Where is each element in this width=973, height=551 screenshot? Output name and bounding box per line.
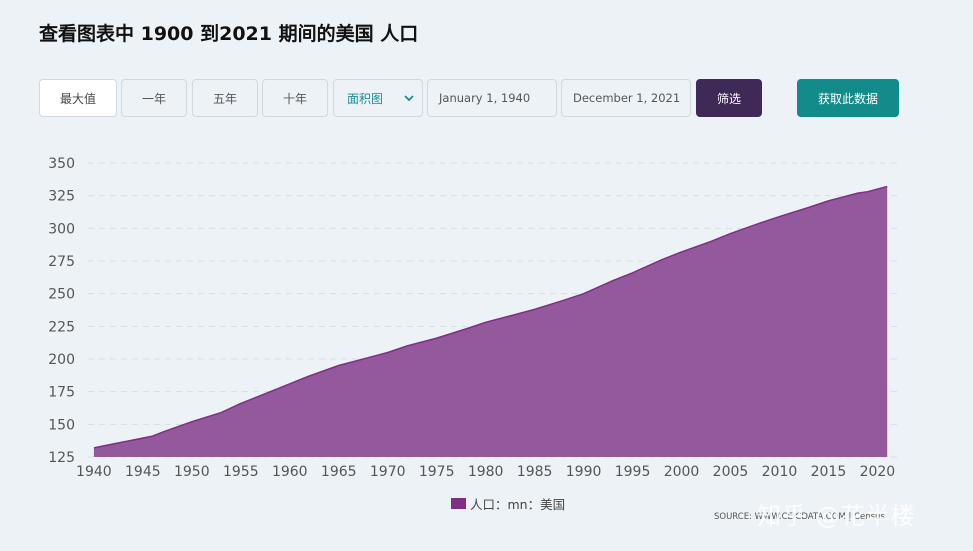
x-tick-label: 1975: [419, 464, 455, 480]
chart-series: [93, 185, 888, 457]
y-tick-label: 250: [48, 287, 75, 303]
legend-swatch: [451, 498, 466, 509]
y-tick-label: 175: [48, 385, 75, 401]
x-tick-label: 2015: [811, 464, 847, 480]
x-tick-label: 1965: [321, 464, 357, 480]
x-tick-label: 1985: [517, 464, 553, 480]
y-tick-label: 275: [48, 254, 75, 270]
x-tick-label: 1955: [223, 464, 259, 480]
y-tick-label: 350: [48, 156, 75, 172]
legend-label: 人口：mn：美国: [470, 497, 566, 512]
x-tick-label: 1970: [370, 464, 406, 480]
area-chart: 125150175200225250275300325350 1940 1945 1…: [48, 156, 897, 480]
y-tick-label: 125: [48, 450, 75, 466]
chart-legend[interactable]: 人口：mn：美国: [451, 494, 565, 513]
x-axis: 1940 1945 1950 1955 1960 1965 1970 1975 1980 1985…: [76, 464, 895, 480]
x-tick-label: 1950: [174, 464, 210, 480]
x-tick-label: 1940: [76, 464, 112, 480]
x-tick-label: 1995: [615, 464, 651, 480]
y-tick-label: 225: [48, 319, 75, 335]
x-tick-label: 2020: [860, 464, 896, 480]
x-tick-label: 1990: [566, 464, 602, 480]
y-tick-label: 300: [48, 221, 75, 237]
y-tick-label: 150: [48, 417, 75, 433]
watermark: 知乎 @花半楼: [757, 502, 916, 530]
x-tick-label: 1980: [468, 464, 504, 480]
y-tick-label: 200: [48, 352, 75, 368]
y-axis: 125 150 175 200 225 250 275 300 325 350: [48, 156, 75, 466]
x-tick-label: 1960: [272, 464, 308, 480]
x-tick-label: 2000: [664, 464, 700, 480]
x-tick-label: 2005: [713, 464, 749, 480]
y-tick-label: 325: [48, 189, 75, 205]
x-tick-label: 2010: [762, 464, 798, 480]
x-tick-label: 1945: [125, 464, 161, 480]
